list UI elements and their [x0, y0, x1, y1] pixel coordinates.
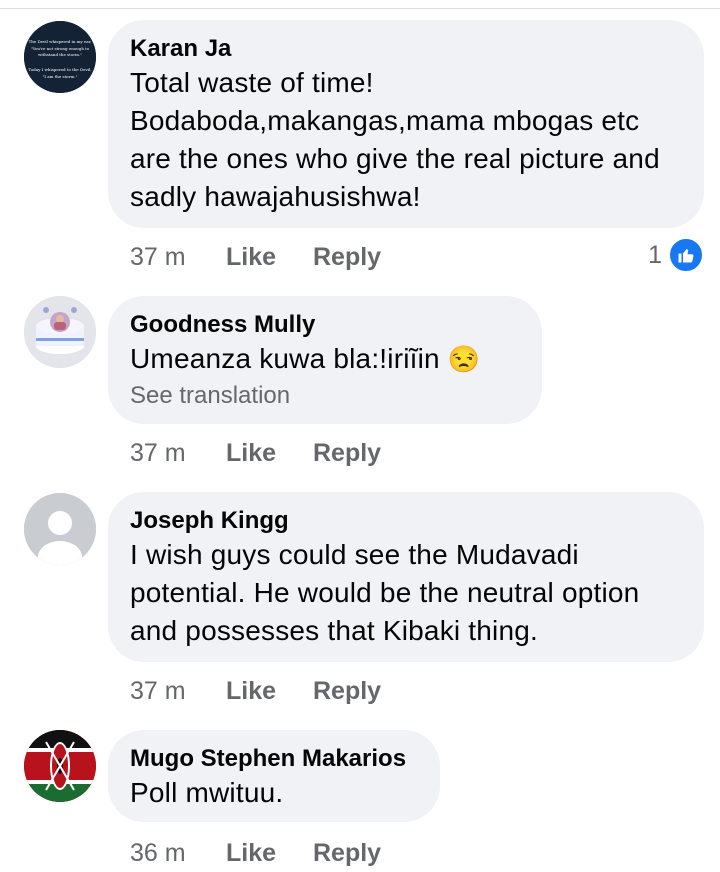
- comment-bubble: Mugo Stephen Makarios Poll mwituu.: [108, 730, 440, 822]
- svg-text:"I am the storm.": "I am the storm.": [43, 74, 78, 79]
- top-divider: [0, 8, 720, 9]
- svg-text:withstand the storm.": withstand the storm.": [38, 52, 82, 57]
- comment-text: Total waste of time! Bodaboda,makangas,m…: [130, 67, 660, 212]
- avatar-joseph-kingg[interactable]: [24, 493, 96, 565]
- comment-author[interactable]: Karan Ja: [130, 34, 682, 64]
- like-button[interactable]: Like: [226, 436, 276, 470]
- timestamp[interactable]: 37 m: [130, 674, 186, 708]
- svg-text:"You're not strong enough to: "You're not strong enough to: [31, 46, 90, 51]
- like-button[interactable]: Like: [226, 674, 276, 708]
- comment-text: Umeanza kuwa bla:!iriĩin 😒: [130, 343, 481, 374]
- svg-text:Today I whispered to the Devil: Today I whispered to the Devil,: [28, 67, 91, 72]
- timestamp[interactable]: 37 m: [130, 240, 186, 274]
- comment-author[interactable]: Goodness Mully: [130, 310, 520, 340]
- see-translation-link[interactable]: See translation: [130, 380, 520, 412]
- quote-image-icon: The Devil whispered in my ear, "You're n…: [24, 21, 96, 93]
- like-button[interactable]: Like: [226, 240, 276, 274]
- timestamp[interactable]: 36 m: [130, 836, 186, 870]
- cake-photo-icon: [24, 296, 96, 368]
- kenya-flag-icon: [24, 730, 96, 802]
- comment-author[interactable]: Joseph Kingg: [130, 506, 682, 536]
- reply-button[interactable]: Reply: [313, 674, 381, 708]
- reply-button[interactable]: Reply: [313, 436, 381, 470]
- thumbs-up-icon: [668, 237, 704, 273]
- comment-bubble: Joseph Kingg I wish guys could see the M…: [108, 492, 704, 662]
- avatar-karan-ja[interactable]: The Devil whispered in my ear, "You're n…: [24, 21, 96, 93]
- comment-bubble: Karan Ja Total waste of time! Bodaboda,m…: [108, 20, 704, 228]
- avatar-goodness-mully[interactable]: [24, 296, 96, 368]
- default-profile-icon: [24, 493, 96, 565]
- reaction-count: 1: [648, 241, 662, 269]
- reaction-summary[interactable]: 1: [648, 237, 704, 273]
- comment-author[interactable]: Mugo Stephen Makarios: [130, 744, 418, 774]
- comment-text: Poll mwituu.: [130, 777, 284, 808]
- avatar-mugo-stephen-makarios[interactable]: [24, 730, 96, 802]
- comment-text: I wish guys could see the Mudavadi poten…: [130, 539, 640, 646]
- reply-button[interactable]: Reply: [313, 836, 381, 870]
- svg-text:The Devil whispered in my ear,: The Devil whispered in my ear,: [29, 39, 92, 44]
- comment-bubble: Goodness Mully Umeanza kuwa bla:!iriĩin …: [108, 296, 542, 424]
- reply-button[interactable]: Reply: [313, 240, 381, 274]
- face-emoji-icon: 😒: [447, 344, 481, 374]
- like-button[interactable]: Like: [226, 836, 276, 870]
- timestamp[interactable]: 37 m: [130, 436, 186, 470]
